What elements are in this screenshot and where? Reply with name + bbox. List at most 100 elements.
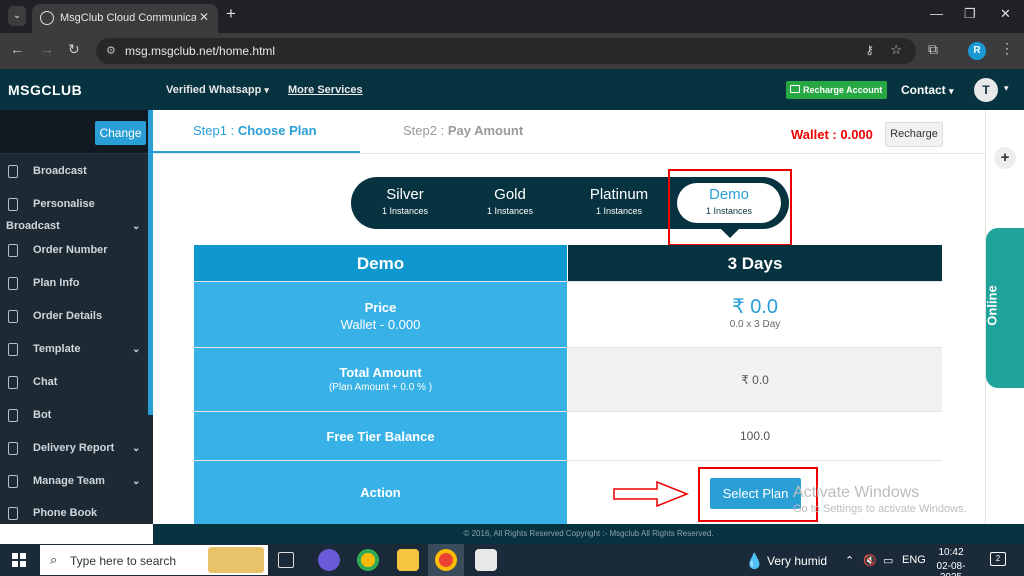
plan-name: Platinum — [589, 186, 649, 203]
watermark-line1: Activate Windows — [793, 484, 920, 501]
brand-logo[interactable]: MSGCLUB — [8, 82, 82, 98]
extensions-puzzle-icon[interactable]: ⧉ — [928, 41, 938, 58]
step1-prefix: Step1 : — [193, 123, 238, 138]
account-box: Change — [0, 110, 150, 154]
windows-start-icon[interactable] — [12, 553, 26, 567]
forward-arrow-icon[interactable]: → — [40, 41, 54, 57]
task-view-icon[interactable] — [278, 552, 294, 568]
menu-item-icon — [8, 343, 18, 356]
recharge-account-button[interactable]: Recharge Account — [786, 81, 887, 99]
sidebar-item-delivery-report[interactable]: Delivery Report ⌄ — [0, 439, 148, 467]
price-label-cell: Price Wallet - 0.000 — [194, 282, 568, 347]
main-content: Step1 : Choose Plan Step2 : Pay Amount W… — [153, 110, 985, 524]
nav-more-services[interactable]: More Services — [288, 84, 363, 96]
activate-windows-watermark: Activate Windows Go to Settings to activ… — [793, 484, 967, 515]
action-label: Action — [194, 461, 568, 524]
step2-prefix: Step2 : — [403, 123, 448, 138]
sidebar-item-manage-team[interactable]: Manage Team ⌄ — [0, 472, 148, 500]
plan-gold[interactable]: Gold 1 Instances — [460, 186, 560, 216]
address-bar[interactable]: ⚙ msg.msgclub.net/home.html ⚷ ☆ — [96, 38, 916, 64]
sidebar-item-label: Plan Info — [33, 277, 80, 289]
plan-instances: 1 Instances — [486, 206, 534, 216]
price-value: ₹ 0.0 — [731, 296, 779, 318]
tray-chevron-up-icon[interactable]: ⌃ — [845, 554, 854, 567]
chevron-down-icon: ▾ — [949, 86, 954, 96]
total-sub: (Plan Amount + 0.0 % ) — [328, 382, 433, 393]
online-chat-tab[interactable]: Online — [984, 228, 1024, 388]
paint-icon[interactable] — [475, 549, 497, 571]
key-icon[interactable]: ⚷ — [865, 43, 874, 57]
plan-instances: 1 Instances — [381, 206, 429, 216]
restore-icon[interactable]: ❐ — [964, 6, 976, 22]
contact-menu[interactable]: Contact ▾ — [901, 83, 954, 97]
back-arrow-icon[interactable]: ← — [10, 41, 24, 57]
minimize-icon[interactable]: — — [930, 6, 943, 21]
weather-status[interactable]: Very humid — [767, 554, 827, 568]
close-tab-icon[interactable]: ✕ — [199, 10, 209, 24]
tab-step2-pay-amount[interactable]: Step2 : Pay Amount — [403, 123, 523, 138]
copilot-icon[interactable] — [318, 549, 340, 571]
search-placeholder: Type here to search — [70, 554, 177, 568]
table-row-free-tier: Free Tier Balance 100.0 — [194, 412, 942, 461]
right-panel: + Online — [985, 110, 1024, 524]
close-window-icon[interactable]: ✕ — [1000, 6, 1011, 22]
bookmark-star-icon[interactable]: ☆ — [890, 42, 902, 58]
plan-silver[interactable]: Silver 1 Instances — [355, 186, 455, 216]
sidebar-item-chat[interactable]: Chat — [0, 373, 148, 401]
user-avatar[interactable]: T — [974, 78, 998, 102]
sidebar-item-broadcast[interactable]: Broadcast — [0, 162, 148, 190]
language-indicator[interactable]: ENG — [902, 554, 926, 566]
taskbar-clock[interactable]: 10:42 02-08-2025 — [928, 547, 974, 576]
nav-verified-whatsapp[interactable]: Verified Whatsapp ▾ — [166, 84, 269, 96]
volume-muted-icon[interactable]: 🔇 — [863, 554, 877, 567]
steps-bar: Step1 : Choose Plan Step2 : Pay Amount W… — [153, 110, 985, 154]
plan-instances: 1 Instances — [595, 206, 643, 216]
taskbar-search-input[interactable]: ⌕ Type here to search — [40, 545, 268, 575]
sidebar-item-label: Personalise — [33, 198, 95, 210]
free-tier-label: Free Tier Balance — [194, 412, 568, 460]
change-button[interactable]: Change — [95, 121, 146, 145]
sidebar-item-order-number[interactable]: Order Number — [0, 241, 148, 269]
plan-name: Silver — [386, 186, 424, 203]
browser-menu-icon[interactable]: ⋮ — [1000, 40, 1014, 57]
sidebar-item-phone-book[interactable]: Phone Book — [0, 504, 148, 524]
new-tab-plus-icon[interactable]: + — [226, 4, 236, 24]
recharge-button[interactable]: Recharge — [885, 122, 943, 147]
price-value-cell: ₹ 0.0 0.0 x 3 Day — [568, 282, 942, 347]
sidebar-item-plan-info[interactable]: Plan Info — [0, 274, 148, 302]
sidebar-item-label: Order Number — [33, 244, 108, 256]
sidebar-item-bot[interactable]: Bot — [0, 406, 148, 434]
file-explorer-icon[interactable] — [397, 549, 419, 571]
search-highlight-image — [208, 547, 264, 573]
chevron-down-icon[interactable]: ▾ — [1004, 83, 1009, 94]
chrome-profile-icon[interactable] — [435, 549, 457, 571]
highlight-box-demo — [668, 169, 792, 246]
sidebar-item-template[interactable]: Template ⌄ — [0, 340, 148, 368]
tab-step1-choose-plan[interactable]: Step1 : Choose Plan — [193, 123, 317, 138]
online-label: Online — [984, 285, 1000, 326]
menu-item-icon — [8, 409, 18, 422]
search-icon: ⌕ — [50, 552, 58, 567]
plan-platinum[interactable]: Platinum 1 Instances — [569, 186, 669, 216]
menu-item-icon — [8, 507, 18, 520]
reload-icon[interactable]: ↻ — [68, 41, 80, 58]
plan-name: Gold — [494, 186, 526, 203]
chrome-icon[interactable] — [357, 549, 379, 571]
menu-item-icon — [8, 475, 18, 488]
free-tier-value: 100.0 — [739, 429, 771, 443]
profile-avatar[interactable]: R — [968, 42, 986, 60]
network-icon[interactable]: ▭ — [883, 554, 893, 567]
sidebar-item-order-details[interactable]: Order Details — [0, 307, 148, 335]
table-row-price: Price Wallet - 0.000 ₹ 0.0 0.0 x 3 Day — [194, 282, 942, 348]
notifications-icon[interactable]: 2 — [990, 552, 1006, 566]
plus-icon[interactable]: + — [994, 147, 1016, 169]
chevron-down-icon: ⌄ — [132, 344, 141, 355]
browser-tab[interactable]: MsgClub Cloud Communications ✕ — [32, 4, 218, 33]
tab-search-chevron-icon[interactable]: ⌄ — [8, 6, 26, 26]
menu-item-icon — [8, 442, 18, 455]
browser-toolbar: ← → ↻ ⚙ msg.msgclub.net/home.html ⚷ ☆ ⧉ … — [0, 33, 1024, 69]
weather-drop-icon: 💧 — [745, 553, 764, 570]
clock-time: 10:42 — [938, 547, 964, 558]
clock-date: 02-08-2025 — [936, 561, 966, 576]
site-info-icon[interactable]: ⚙ — [106, 44, 116, 57]
